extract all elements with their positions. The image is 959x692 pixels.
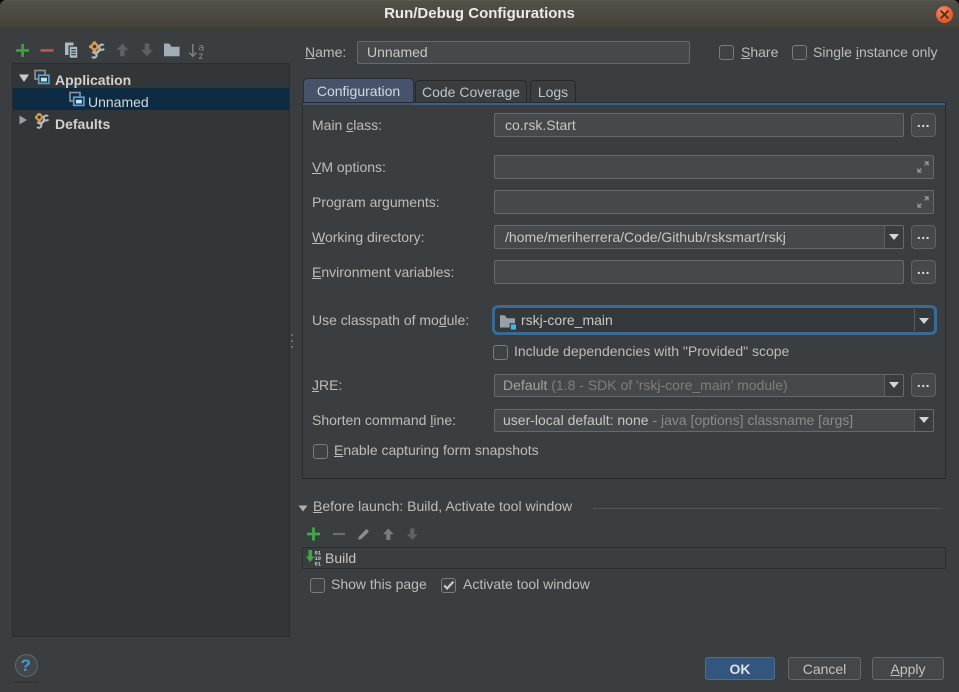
svg-text:z: z — [199, 51, 204, 61]
svg-text:01: 01 — [315, 561, 322, 568]
